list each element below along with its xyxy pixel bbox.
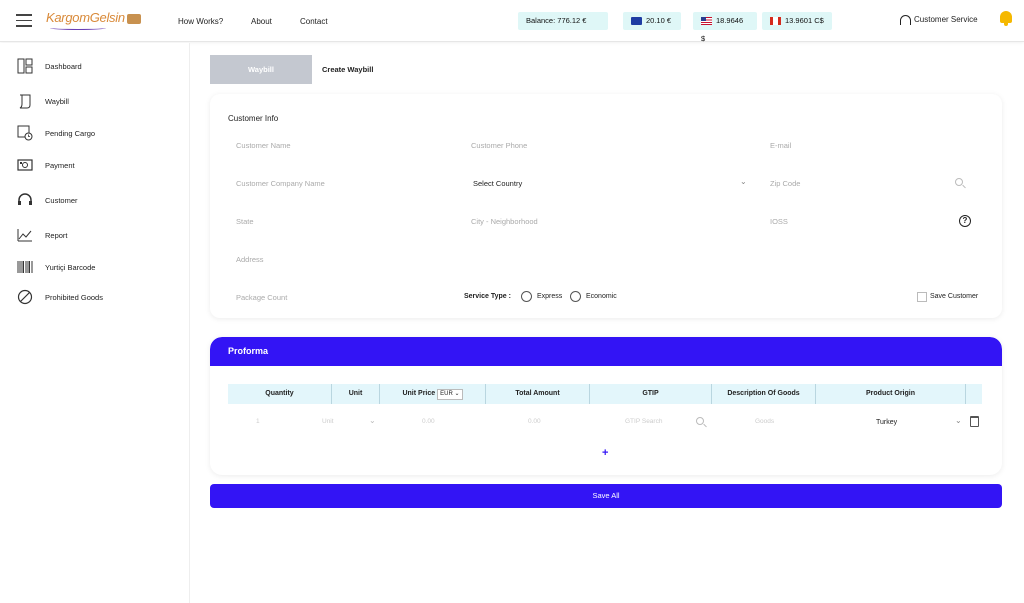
top-bar: KargomGelsin How Works? About Contact Ba… [0, 0, 1024, 43]
sidebar-item-customer[interactable]: Customer [16, 191, 78, 209]
sidebar-item-label: Payment [45, 160, 75, 170]
express-label: Express [537, 293, 563, 300]
company-name-input[interactable]: Customer Company Name [236, 179, 325, 188]
chevron-down-icon: ⌄ [369, 416, 376, 425]
hamburger-menu-icon[interactable] [16, 14, 32, 27]
nav-how-works[interactable]: How Works? [178, 17, 223, 26]
save-customer-label: Save Customer [930, 293, 979, 300]
balance-text: Balance: 776.12 € [526, 16, 587, 25]
package-count-input[interactable]: Package Count [236, 293, 287, 302]
sidebar-item-waybill[interactable]: Waybill [16, 92, 69, 110]
nav-about[interactable]: About [251, 17, 272, 26]
unit-price-input[interactable]: 0.00 [422, 418, 435, 425]
sidebar-item-label: Customer [45, 195, 78, 205]
economic-radio[interactable] [570, 291, 581, 302]
customer-name-input[interactable]: Customer Name [236, 141, 291, 150]
sidebar-item-label: Pending Cargo [45, 128, 96, 138]
sidebar-item-dashboard[interactable]: Dashboard [16, 57, 82, 75]
proforma-card: Proforma Quantity Unit Unit Price EUR ⌄ T… [210, 337, 1002, 475]
currency-value: EUR [440, 391, 453, 397]
service-type-label: Service Type : [464, 293, 511, 300]
eu-flag-icon [631, 17, 642, 26]
gtip-search-input[interactable]: GTIP Search [625, 418, 662, 425]
col-product-origin: Product Origin [816, 384, 966, 404]
chevron-down-icon: ⌄ [740, 177, 747, 186]
customer-service-link[interactable]: Customer Service [900, 15, 978, 25]
chevron-down-icon: ⌄ [955, 416, 962, 425]
help-icon[interactable]: ? [959, 215, 971, 227]
sidebar-item-payment[interactable]: Payment [16, 156, 75, 174]
unit-select[interactable]: Unit [322, 418, 334, 425]
cad-rate: 13.9601 C$ [762, 12, 832, 30]
country-select[interactable]: Select Country [473, 179, 522, 188]
sidebar-item-label: Report [45, 230, 68, 240]
sidebar-item-pending-cargo[interactable]: Pending Cargo [16, 124, 95, 142]
total-amount-input: 0.00 [528, 418, 541, 425]
col-gtip: GTIP [590, 384, 712, 404]
tab-waybill[interactable]: Waybill [210, 55, 312, 84]
clock-box-icon [16, 125, 34, 141]
customer-info-title: Customer Info [228, 114, 279, 123]
customer-info-card: Customer Info Customer Name Customer Pho… [210, 94, 1002, 318]
cad-rate-text: 13.9601 C$ [785, 16, 824, 25]
receipt-icon [16, 93, 34, 109]
dashboard-icon [16, 58, 34, 74]
prohibited-icon [16, 289, 34, 305]
col-total-amount: Total Amount [486, 384, 590, 404]
tab-create-waybill[interactable]: Create Waybill [322, 55, 442, 84]
sidebar-item-label: Prohibited Goods [45, 292, 103, 302]
description-input[interactable]: Goods [755, 418, 774, 425]
sidebar: Dashboard Waybill Pending Cargo Payment … [0, 43, 190, 603]
sidebar-item-report[interactable]: Report [16, 226, 68, 244]
email-input[interactable]: E-mail [770, 141, 791, 150]
zip-code-input[interactable]: Zip Code [770, 179, 800, 188]
address-input[interactable]: Address [236, 255, 264, 264]
eur-rate-text: 20.10 € [646, 16, 672, 25]
barcode-icon [16, 259, 34, 275]
save-all-button[interactable]: Save All [210, 484, 1002, 508]
proforma-table-header: Quantity Unit Unit Price EUR ⌄ Total Amou… [228, 384, 982, 404]
nav-contact[interactable]: Contact [300, 17, 328, 26]
col-unit-price-label: Unit Price [402, 390, 436, 397]
us-flag-icon [701, 17, 712, 26]
money-icon [16, 157, 34, 173]
search-icon[interactable] [696, 417, 704, 425]
bell-icon[interactable] [1000, 11, 1014, 27]
eur-rate: 20.10 € [623, 12, 681, 30]
brand-name: KargomGelsin [46, 10, 125, 25]
sidebar-item-label: Dashboard [45, 61, 82, 71]
usd-rate: 18.9646 $ [693, 12, 757, 43]
economic-label: Economic [586, 293, 617, 300]
col-unit: Unit [332, 384, 380, 404]
col-description: Description Of Goods [712, 384, 816, 404]
add-row-button[interactable]: + [602, 447, 608, 459]
proforma-title: Proforma [210, 337, 1002, 366]
express-radio[interactable] [521, 291, 532, 302]
ca-flag-icon [770, 17, 781, 26]
sidebar-item-prohibited-goods[interactable]: Prohibited Goods [16, 288, 103, 306]
city-input[interactable]: City - Neighborhood [471, 217, 538, 226]
sidebar-item-label: Yurtiçi Barcode [45, 262, 96, 272]
sidebar-item-yurtici-barcode[interactable]: Yurtiçi Barcode [16, 258, 95, 276]
brand-logo[interactable]: KargomGelsin [46, 10, 141, 30]
chart-icon [16, 227, 34, 243]
customer-service-label: Customer Service [914, 15, 978, 25]
trash-icon[interactable] [970, 416, 979, 427]
balance-badge: Balance: 776.12 € [518, 12, 608, 30]
save-customer-checkbox[interactable] [917, 292, 927, 302]
quantity-input[interactable]: 1 [256, 418, 260, 425]
customer-phone-input[interactable]: Customer Phone [471, 141, 527, 150]
search-icon[interactable] [955, 178, 963, 186]
col-quantity: Quantity [228, 384, 332, 404]
ioss-input[interactable]: IOSS [770, 217, 788, 226]
currency-select[interactable]: EUR ⌄ [437, 389, 463, 400]
product-origin-select[interactable]: Turkey [876, 419, 897, 426]
sidebar-item-label: Waybill [45, 96, 69, 106]
headset-icon [16, 192, 34, 208]
headset-icon [900, 15, 911, 25]
box-icon [126, 13, 141, 24]
col-unit-price: Unit Price EUR ⌄ [380, 384, 486, 404]
state-input[interactable]: State [236, 217, 254, 226]
